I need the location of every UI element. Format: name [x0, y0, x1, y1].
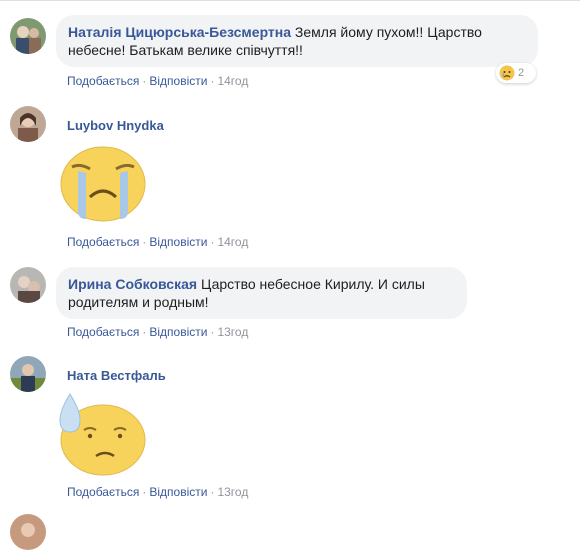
separator-dot: · — [142, 325, 147, 339]
reply-link[interactable]: Відповісти — [149, 235, 207, 249]
like-link[interactable]: Подобається — [67, 235, 139, 249]
comment-actions: Подобається · Відповісти · 13год — [67, 325, 248, 339]
comment-actions: Подобається · Відповісти · 14год — [67, 74, 248, 88]
separator-dot: · — [142, 74, 147, 88]
comment-author[interactable]: Luybov Hnydka — [67, 118, 164, 133]
comment-time[interactable]: 14год — [217, 74, 248, 88]
comment-text: Царство небесное Кирилу. И силы — [200, 276, 425, 292]
comment-time[interactable]: 14год — [217, 235, 248, 249]
like-link[interactable]: Подобається — [67, 485, 139, 499]
comment-time[interactable]: 13год — [217, 325, 248, 339]
separator-dot: · — [210, 485, 215, 499]
comment-text: Земля йому пухом!! Царство — [294, 24, 482, 40]
reaction-count: 2 — [518, 67, 525, 79]
comment-text-line2: родителям и родным! — [68, 294, 209, 310]
separator-dot: · — [210, 74, 215, 88]
reply-link[interactable]: Відповісти — [149, 74, 207, 88]
comment-bubble: Наталія Цицюрська-Безсмертна Земля йому … — [56, 15, 538, 67]
avatar[interactable] — [10, 106, 46, 142]
reply-link[interactable]: Відповісти — [149, 485, 207, 499]
avatar[interactable] — [10, 267, 46, 303]
avatar[interactable] — [10, 18, 46, 54]
comment-time[interactable]: 13год — [217, 485, 248, 499]
separator-dot: · — [142, 485, 147, 499]
avatar[interactable] — [10, 356, 46, 392]
like-link[interactable]: Подобається — [67, 74, 139, 88]
reply-link[interactable]: Відповісти — [149, 325, 207, 339]
reaction-summary[interactable]: 2 — [496, 63, 536, 83]
separator-dot: · — [210, 325, 215, 339]
separator-dot: · — [142, 235, 147, 249]
comment-author[interactable]: Ирина Собковская — [68, 276, 197, 292]
divider — [0, 0, 580, 1]
comment-author[interactable]: Ната Вестфаль — [67, 368, 166, 383]
comment-author[interactable]: Наталія Цицюрська-Безсмертна — [68, 24, 291, 40]
sad-face-icon — [499, 65, 515, 81]
comment-text-line2: небесне! Батькам велике співчуття!! — [68, 42, 303, 58]
avatar[interactable] — [10, 514, 46, 550]
comment-actions: Подобається · Відповісти · 13год — [67, 485, 248, 499]
sweat-drop-face-sticker[interactable] — [56, 392, 146, 481]
comment-bubble: Ирина Собковская Царство небесное Кирилу… — [56, 267, 467, 319]
crying-face-sticker[interactable] — [60, 145, 146, 228]
separator-dot: · — [210, 235, 215, 249]
comment-actions: Подобається · Відповісти · 14год — [67, 235, 248, 249]
like-link[interactable]: Подобається — [67, 325, 139, 339]
